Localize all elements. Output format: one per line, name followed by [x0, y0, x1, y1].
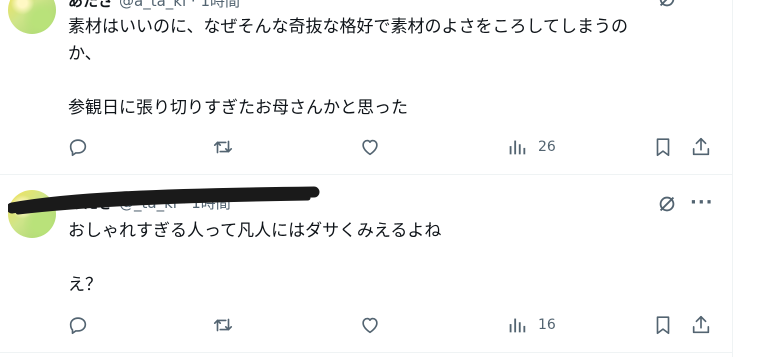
views-count: 26	[538, 139, 556, 155]
share-icon	[692, 315, 710, 334]
bookmark-icon	[656, 316, 670, 335]
retweet-button[interactable]	[212, 134, 234, 160]
views-icon	[509, 318, 526, 333]
reply-icon	[69, 317, 87, 335]
like-icon	[362, 139, 378, 156]
like-button[interactable]	[359, 134, 381, 160]
reply-button[interactable]	[67, 134, 89, 160]
reply-icon	[69, 139, 87, 157]
handle-and-time[interactable]: @a_ta_ki · 1時間	[119, 0, 240, 10]
like-button[interactable]	[359, 312, 381, 338]
like-icon	[362, 317, 378, 334]
tweet-text-line	[68, 68, 628, 95]
retweet-icon	[213, 140, 233, 154]
tweet-text-line: 素材はいいのに、なぜそんな奇抜な格好で素材のよさをころしてしまうの	[68, 17, 628, 37]
views-count: 16	[538, 317, 556, 333]
tweet-header: あたさ @a_ta_ki · 1時間	[68, 0, 240, 11]
tweet-actions: 26	[0, 134, 732, 160]
bookmark-button[interactable]	[652, 312, 674, 338]
tweet-text: おしゃれすぎる人って凡人にはダサくみえるよね え？	[68, 218, 441, 299]
timeline-border	[732, 0, 733, 357]
tweet-text-line	[68, 245, 441, 272]
tweet-text: 素材はいいのに、なぜそんな奇抜な格好で素材のよさをころしてしまうの か、 参観日…	[68, 14, 628, 122]
views-icon	[509, 140, 526, 155]
retweet-icon	[213, 318, 233, 332]
display-name[interactable]: あたさ	[68, 0, 113, 10]
grok-icon[interactable]	[656, 191, 678, 217]
bookmark-icon	[656, 138, 670, 157]
tweet-text-line: か、	[68, 44, 102, 64]
bookmark-button[interactable]	[652, 134, 674, 160]
avatar[interactable]	[8, 0, 56, 34]
tweet-text-line: え？	[68, 275, 102, 295]
more-icon[interactable]: ···	[690, 192, 714, 213]
tweet-actions: 16	[0, 312, 732, 338]
tweet-divider	[0, 352, 732, 353]
more-icon[interactable]: ···	[690, 0, 714, 9]
views-button[interactable]: 16	[506, 312, 556, 338]
redaction-scribble	[8, 186, 320, 215]
retweet-button[interactable]	[212, 312, 234, 338]
reply-button[interactable]	[67, 312, 89, 338]
tweet-text-line: 参観日に張り切りすぎたお母さんかと思った	[68, 98, 408, 118]
views-button[interactable]: 26	[506, 134, 556, 160]
share-icon	[692, 137, 710, 156]
share-button[interactable]	[690, 134, 712, 160]
grok-icon[interactable]	[656, 0, 678, 12]
share-button[interactable]	[690, 312, 712, 338]
tweet-text-line: おしゃれすぎる人って凡人にはダサくみえるよね	[68, 221, 442, 241]
tweet-divider	[0, 174, 732, 175]
